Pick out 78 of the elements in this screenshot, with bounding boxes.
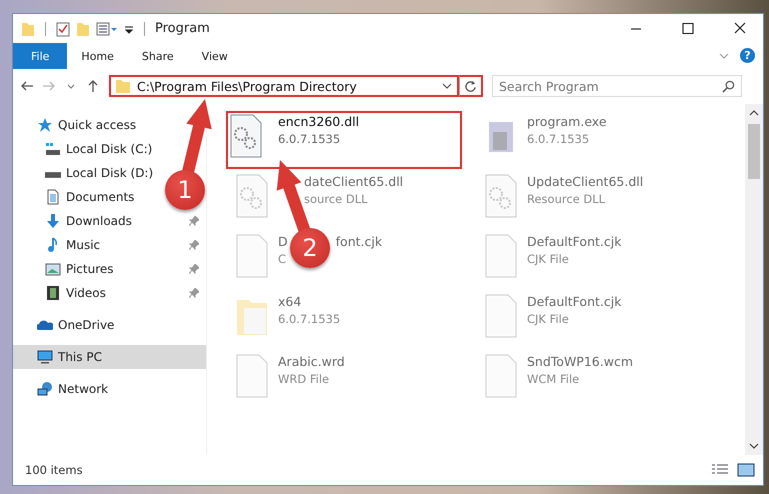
nav-item[interactable]: Network: [13, 377, 108, 401]
help-button[interactable]: ?: [740, 48, 755, 63]
file-icon: [485, 234, 517, 278]
gear-file-icon: [230, 114, 262, 158]
search-field[interactable]: Search Program: [492, 75, 742, 97]
checklist-icon[interactable]: [56, 20, 70, 36]
file-icon-tile[interactable]: [485, 234, 517, 278]
nav-item[interactable]: Documents: [13, 185, 134, 209]
film-icon: [45, 285, 61, 301]
folder-icon: [115, 78, 131, 94]
nav-item[interactable]: This PC: [13, 345, 206, 369]
nav-item[interactable]: Local Disk (C:): [13, 137, 152, 161]
nav-item[interactable]: Pictures: [13, 257, 201, 281]
file-icon: [236, 234, 268, 278]
properties-icon[interactable]: [96, 20, 118, 36]
nav-item[interactable]: OneDrive: [13, 313, 114, 337]
file-detail: WRD File: [278, 372, 330, 386]
ribbon-tab[interactable]: File: [13, 43, 68, 69]
large-icons-view-icon[interactable]: [737, 463, 755, 477]
file-detail: CJK File: [527, 312, 569, 326]
file-icon: [485, 354, 517, 398]
file-icon: [485, 294, 517, 338]
file-name: Arabic.wrd: [278, 354, 345, 369]
nav-item[interactable]: Videos: [13, 281, 201, 305]
window-title: Program: [155, 21, 211, 36]
gear-file-icon: [236, 174, 268, 218]
file-icon-tile[interactable]: [485, 354, 517, 398]
pin-icon[interactable]: [189, 240, 199, 250]
file-name: D: [278, 234, 288, 249]
file-detail: 6.0.7.1535: [278, 132, 340, 146]
file-icon-tile[interactable]: [236, 354, 268, 398]
file-name: font.cjk: [336, 234, 382, 249]
network-icon: [37, 381, 53, 397]
file-detail: source DLL: [304, 192, 368, 206]
file-name: dateClient65.dll: [304, 174, 404, 189]
drive-icon: [45, 172, 61, 178]
file-icon: [236, 354, 268, 398]
file-detail: C: [278, 252, 286, 266]
file-detail: 6.0.7.1535: [278, 312, 340, 326]
file-detail: CJK File: [527, 252, 569, 266]
search-icon[interactable]: [722, 80, 735, 93]
file-name: DefaultFont.cjk: [527, 234, 622, 249]
nav-item[interactable]: Downloads: [13, 209, 201, 233]
file-icon-tile[interactable]: [236, 234, 268, 278]
file-item[interactable]: encn3260.dll 6.0.7.1535: [226, 111, 462, 169]
scrollbar[interactable]: [745, 104, 763, 455]
nav-item[interactable]: Quick access: [13, 113, 136, 137]
scroll-thumb[interactable]: [748, 124, 760, 179]
file-icon-tile[interactable]: [485, 294, 517, 338]
file-name: encn3260.dll: [278, 114, 360, 129]
monitor-icon: [37, 349, 53, 365]
refresh-button[interactable]: [459, 75, 483, 97]
nav-item[interactable]: Local Disk (D:): [13, 161, 154, 185]
file-detail: 6.0.7.1535: [527, 132, 590, 146]
file-icon-tile[interactable]: [236, 174, 268, 218]
down-arrow-icon: [45, 213, 61, 229]
file-name: program.exe: [527, 114, 607, 129]
refresh-icon: [464, 80, 477, 92]
document-icon: [45, 189, 61, 205]
address-field[interactable]: C:\Program Files\Program Directory: [109, 75, 459, 97]
scroll-down-icon[interactable]: [749, 441, 759, 451]
file-detail: Resource DLL: [527, 192, 606, 206]
file-name: x64: [278, 294, 302, 309]
drive-icon: [45, 141, 61, 157]
star-icon: [37, 117, 53, 133]
item-count: 100 items: [25, 463, 84, 477]
picture-icon: [45, 261, 61, 277]
file-name: DefaultFont.cjk: [527, 294, 622, 309]
file-name: UpdateClient65.dll: [527, 174, 644, 189]
pin-icon[interactable]: [189, 264, 199, 274]
file-icon-tile[interactable]: [485, 174, 517, 218]
scroll-up-icon[interactable]: [749, 108, 759, 118]
nav-item[interactable]: Music: [13, 233, 201, 257]
pin-icon[interactable]: [189, 216, 199, 226]
gear-file-icon: [485, 174, 517, 218]
file-detail: WCM File: [527, 372, 580, 386]
pin-icon[interactable]: [189, 288, 199, 298]
file-name: SndToWP16.wcm: [527, 354, 633, 369]
